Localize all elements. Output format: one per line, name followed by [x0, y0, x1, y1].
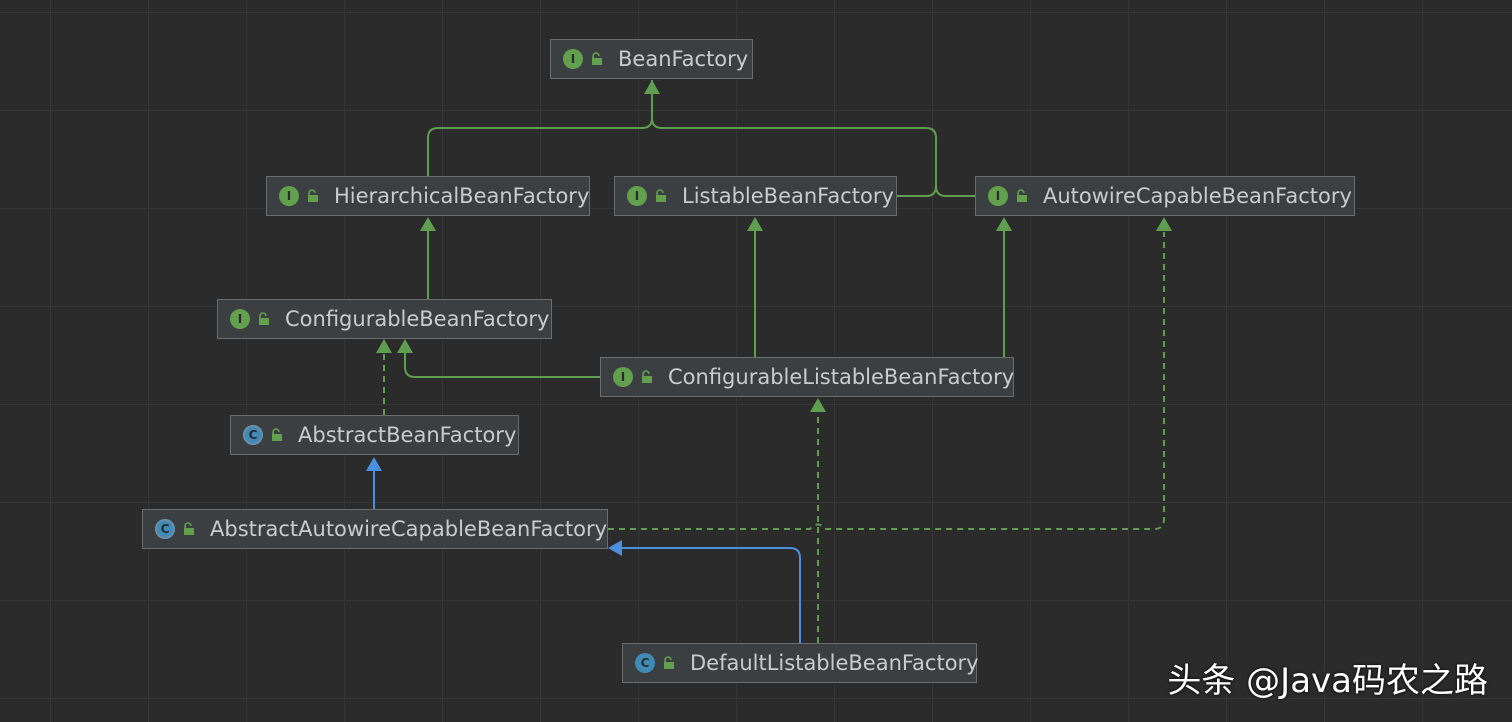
abstract-class-badge-icon: C [243, 425, 263, 445]
interface-badge-icon: I [279, 186, 299, 206]
node-label: AbstractBeanFactory [298, 423, 517, 447]
interface-badge-icon: I [563, 49, 583, 69]
node-label: BeanFactory [618, 47, 749, 71]
node-label: AutowireCapableBeanFactory [1043, 184, 1352, 208]
class-badge-icon: C [635, 653, 655, 673]
node-abstractbeanfactory[interactable]: C AbstractBeanFactory [230, 415, 519, 455]
open-lock-icon [1017, 189, 1027, 202]
interface-badge-icon: I [613, 367, 633, 387]
node-label: ListableBeanFactory [682, 184, 894, 208]
edge-aacbf-to-abf [366, 457, 382, 509]
node-hierarchicalbeanfactory[interactable]: I HierarchicalBeanFactory [266, 176, 590, 216]
node-defaultlistablebeanfactory[interactable]: C DefaultListableBeanFactory [622, 643, 979, 683]
edge-abf-to-configurable [376, 339, 392, 415]
open-lock-icon [592, 52, 602, 65]
node-label: HierarchicalBeanFactory [334, 184, 590, 208]
edge-configurable-to-hierarchical [420, 217, 436, 299]
node-configurablelistablebeanfactory[interactable]: I ConfigurableListableBeanFactory [600, 357, 1014, 397]
interface-badge-icon: I [988, 186, 1008, 206]
node-abstractautowirecapablebeanfactory[interactable]: C AbstractAutowireCapableBeanFactory [142, 509, 608, 549]
open-lock-icon [664, 656, 674, 669]
node-label: ConfigurableListableBeanFactory [668, 365, 1015, 389]
open-lock-icon [259, 312, 269, 325]
interface-badge-icon: I [230, 309, 250, 329]
interface-badge-icon: I [627, 186, 647, 206]
node-label: AbstractAutowireCapableBeanFactory [210, 517, 608, 541]
node-label: ConfigurableBeanFactory [285, 307, 550, 331]
edge-cl-to-autowire [996, 217, 1012, 357]
open-lock-icon [184, 522, 194, 535]
open-lock-icon [656, 189, 666, 202]
edge-dlbf-to-aacbf [608, 540, 801, 643]
node-autowirecapablebeanfactory[interactable]: I AutowireCapableBeanFactory [975, 176, 1355, 216]
edge-cl-to-configurable [397, 339, 600, 378]
edge-dlbf-to-cl [810, 398, 826, 643]
node-label: DefaultListableBeanFactory [690, 651, 979, 675]
node-listablebeanfactory[interactable]: I ListableBeanFactory [614, 176, 897, 216]
open-lock-icon [272, 428, 282, 441]
open-lock-icon [308, 189, 318, 202]
node-beanfactory[interactable]: I BeanFactory [550, 39, 753, 79]
node-configurablebeanfactory[interactable]: I ConfigurableBeanFactory [217, 299, 552, 339]
open-lock-icon [642, 370, 652, 383]
abstract-class-badge-icon: C [155, 519, 175, 539]
edge-cl-to-listable [747, 217, 763, 357]
watermark: 头条 @Java码农之路 [1167, 661, 1488, 701]
